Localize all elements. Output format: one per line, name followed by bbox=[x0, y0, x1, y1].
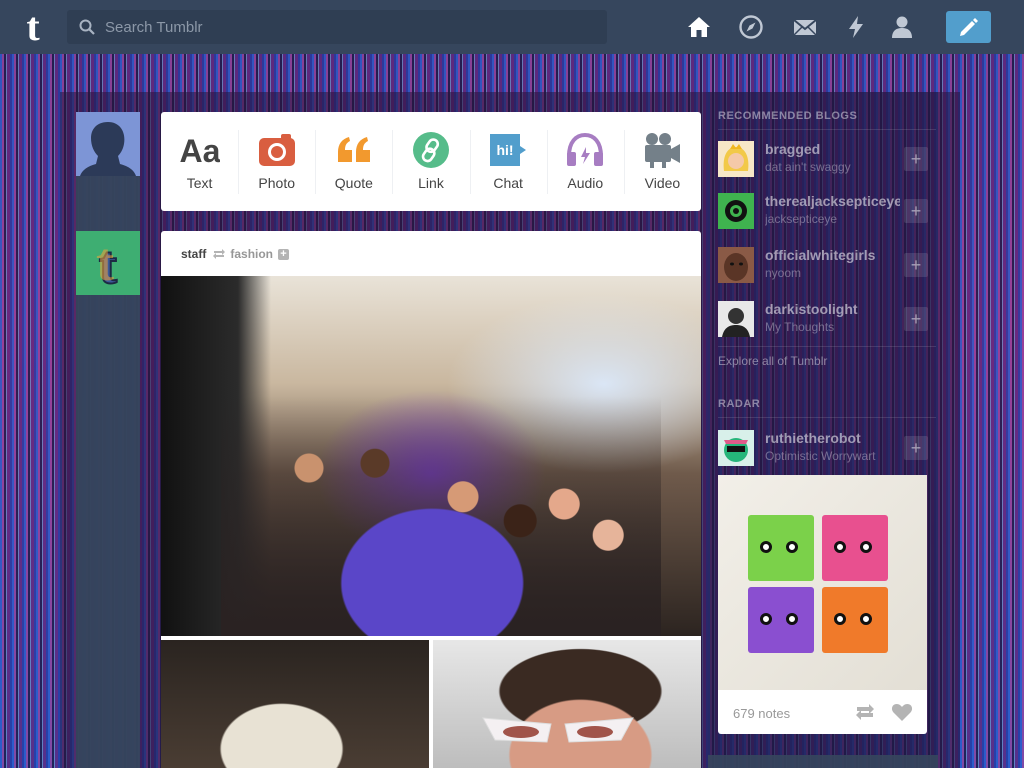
tumblr-logo[interactable]: t bbox=[16, 7, 50, 47]
blog-name: bragged bbox=[765, 141, 821, 157]
blog-name: darkistoolight bbox=[765, 301, 858, 317]
radar-post-footer: 679 notes bbox=[718, 690, 927, 734]
blog-subtitle: Optimistic Worrywart bbox=[765, 449, 876, 463]
post-type-chat[interactable]: hi! Chat bbox=[469, 112, 547, 211]
top-navigation-bar: t bbox=[0, 0, 1024, 54]
blog-avatar bbox=[718, 430, 754, 466]
green-monster-painting bbox=[748, 515, 814, 581]
sidebar-bottom-strip bbox=[708, 755, 938, 768]
notes-count[interactable]: 679 notes bbox=[733, 706, 790, 721]
robot-avatar-icon bbox=[718, 430, 754, 466]
blonde-face-icon bbox=[718, 141, 754, 177]
photo-crowd bbox=[221, 396, 661, 636]
bw-portrait-icon bbox=[718, 301, 754, 337]
post-type-label: Chat bbox=[493, 175, 523, 191]
inbox-mail-icon[interactable] bbox=[792, 14, 818, 40]
follow-button[interactable]: + bbox=[904, 199, 928, 223]
blog-subtitle: dat ain't swaggy bbox=[765, 160, 851, 174]
post-photo-main[interactable] bbox=[161, 276, 701, 636]
follow-button[interactable]: + bbox=[904, 147, 928, 171]
divider bbox=[718, 346, 936, 347]
quote-icon bbox=[337, 137, 370, 162]
svg-text:Aa: Aa bbox=[180, 133, 220, 169]
recommended-blogs-heading: Recommended Blogs bbox=[718, 110, 858, 122]
post-type-quote[interactable]: Quote bbox=[315, 112, 392, 211]
staff-tumblr-logo-icon: t t bbox=[96, 232, 118, 296]
headphones-icon bbox=[567, 132, 604, 166]
reblog-source-link[interactable]: fashion bbox=[230, 247, 273, 261]
post-type-label: Link bbox=[418, 175, 444, 191]
post-type-audio[interactable]: Audio bbox=[546, 112, 624, 211]
post-photo-glasses[interactable] bbox=[433, 640, 701, 768]
blog-name: officialwhitegirls bbox=[765, 247, 876, 263]
search-box[interactable] bbox=[67, 10, 607, 44]
follow-button[interactable]: + bbox=[904, 307, 928, 331]
search-icon bbox=[79, 19, 95, 35]
pink-monster-painting bbox=[822, 515, 888, 581]
compose-button[interactable] bbox=[946, 11, 991, 43]
text-icon: Aa bbox=[180, 133, 220, 169]
blog-name: therealjacksepticeye bbox=[765, 193, 900, 209]
post-type-text[interactable]: Aa Text bbox=[161, 112, 238, 211]
green-eye-logo-icon bbox=[718, 193, 754, 229]
blog-avatar bbox=[718, 301, 754, 337]
post-type-video[interactable]: Video bbox=[623, 112, 701, 211]
svg-text:t: t bbox=[96, 232, 114, 292]
post-author-avatar[interactable]: t t bbox=[76, 231, 140, 296]
post-type-label: Quote bbox=[334, 175, 373, 191]
heart-icon[interactable] bbox=[891, 703, 913, 722]
recommended-blog-item[interactable]: officialwhitegirls nyoom + bbox=[718, 247, 936, 301]
divider bbox=[718, 417, 936, 418]
blog-subtitle: nyoom bbox=[765, 266, 802, 280]
post-author-link[interactable]: staff bbox=[181, 247, 206, 261]
video-camera-icon bbox=[645, 133, 681, 168]
link-icon bbox=[412, 132, 449, 168]
post-type-label: Video bbox=[644, 175, 681, 191]
svg-text:hi!: hi! bbox=[497, 142, 514, 158]
dashboard-post: staff fashion + bbox=[161, 231, 701, 768]
purple-monster-painting bbox=[748, 587, 814, 653]
divider bbox=[718, 129, 936, 130]
cat-eye-glasses-graphic bbox=[482, 717, 634, 743]
reblog-icon[interactable] bbox=[854, 703, 876, 721]
activity-lightning-icon[interactable] bbox=[843, 14, 869, 40]
avatar-column bbox=[76, 112, 140, 768]
radar-photo[interactable] bbox=[718, 475, 927, 690]
post-type-link[interactable]: Link bbox=[392, 112, 469, 211]
compose-pencil-icon bbox=[960, 18, 978, 36]
post-type-label: Audio bbox=[567, 175, 604, 191]
face-photo-icon bbox=[718, 247, 754, 283]
follow-button[interactable]: + bbox=[904, 253, 928, 277]
blog-subtitle: My Thoughts bbox=[765, 320, 835, 334]
chat-icon: hi! bbox=[490, 134, 527, 166]
post-type-label: Text bbox=[186, 175, 213, 191]
explore-tumblr-link[interactable]: Explore all of Tumblr bbox=[718, 354, 827, 368]
blog-name: ruthietherobot bbox=[765, 430, 861, 446]
radar-heading: Radar bbox=[718, 398, 761, 410]
post-type-photo[interactable]: Photo bbox=[238, 112, 315, 211]
post-type-label: Photo bbox=[258, 175, 295, 191]
camera-icon bbox=[258, 134, 295, 166]
user-avatar[interactable] bbox=[76, 112, 140, 176]
follow-button[interactable]: + bbox=[904, 436, 928, 460]
reblog-arrows-icon bbox=[213, 249, 226, 259]
post-header: staff fashion + bbox=[181, 246, 290, 262]
recommended-blog-item[interactable]: bragged dat ain't swaggy + bbox=[718, 141, 936, 195]
orange-monster-painting bbox=[822, 587, 888, 653]
recommended-blog-item[interactable]: therealjacksepticeye jacksepticeye + bbox=[718, 193, 936, 247]
account-person-icon[interactable] bbox=[889, 14, 915, 40]
home-icon[interactable] bbox=[686, 14, 712, 40]
follow-source-button[interactable]: + bbox=[278, 248, 290, 260]
blog-avatar bbox=[718, 247, 754, 283]
default-silhouette-icon bbox=[80, 122, 136, 176]
explore-compass-icon[interactable] bbox=[738, 14, 764, 40]
blog-avatar bbox=[718, 193, 754, 229]
search-input[interactable] bbox=[105, 10, 595, 44]
blog-subtitle: jacksepticeye bbox=[765, 212, 838, 226]
post-type-bar: Aa Text Photo Quote Link hi! Chat Audio … bbox=[161, 112, 701, 211]
radar-post-card[interactable]: 679 notes bbox=[718, 475, 927, 734]
post-photo-dog[interactable] bbox=[161, 640, 429, 768]
blog-avatar bbox=[718, 141, 754, 177]
